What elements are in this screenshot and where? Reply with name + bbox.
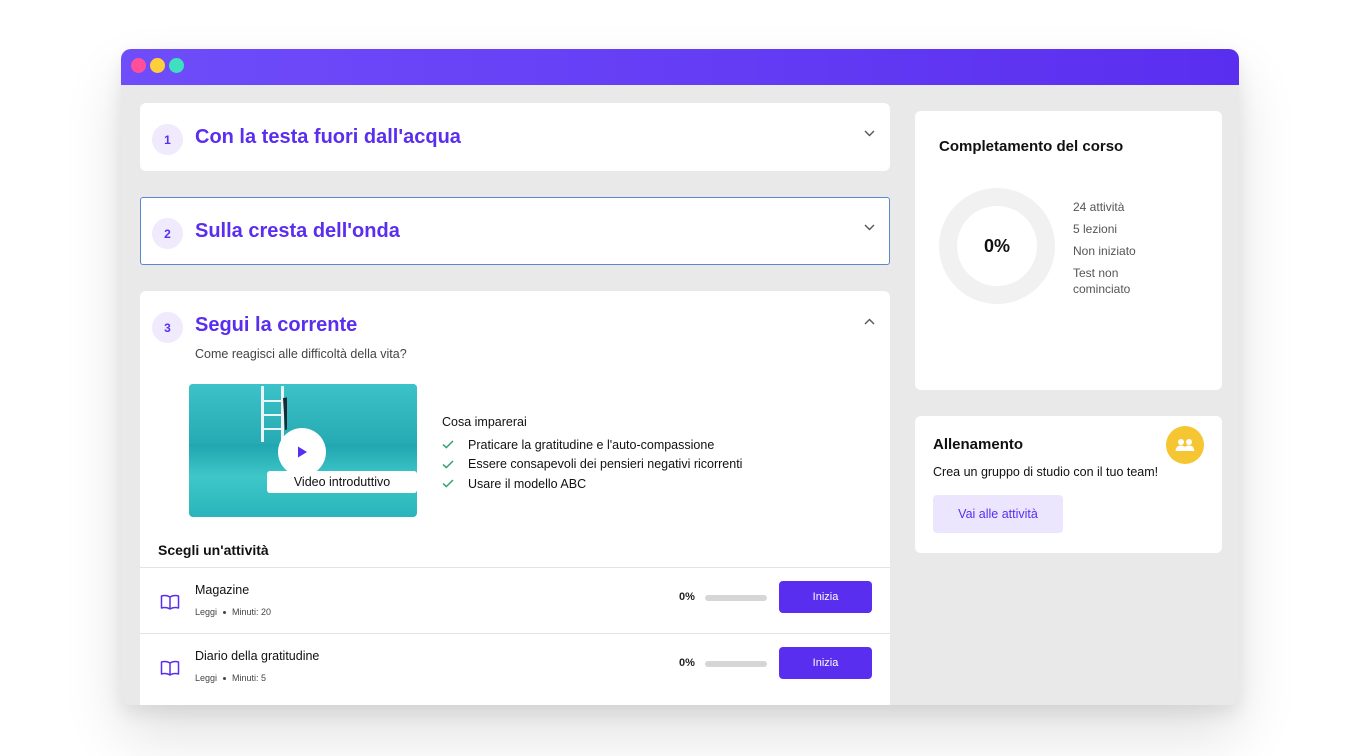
module-subtitle: Come reagisci alle difficoltà della vita… [195, 347, 407, 361]
training-title: Allenamento [933, 436, 1024, 453]
activity-title: Magazine [195, 583, 250, 597]
learning-item: Usare il modello ABC [442, 474, 742, 494]
stat-activities: 24 attività [1073, 200, 1125, 214]
module-card-2[interactable]: 2 Sulla cresta dell'onda [140, 197, 890, 265]
activity-duration: Minuti: 5 [232, 673, 267, 683]
learning-item: Essere consapevoli dei pensieri negativi… [442, 455, 742, 475]
activity-progress-bar [705, 595, 767, 601]
close-window-button[interactable] [131, 58, 146, 73]
chevron-down-icon[interactable] [864, 130, 875, 140]
completion-title: Completamento del corso [939, 138, 1124, 155]
training-card: Allenamento Crea un gruppo di studio con… [915, 416, 1222, 553]
activity-meta: Leggi Minuti: 20 [195, 607, 271, 617]
go-to-activities-button[interactable]: Vai alle attività [933, 495, 1063, 533]
learning-outcomes: Cosa imparerai Praticare la gratitudine … [442, 415, 742, 494]
learning-item-text: Praticare la gratitudine e l'auto-compas… [468, 437, 715, 452]
learning-item-text: Usare il modello ABC [468, 476, 587, 491]
book-icon [160, 660, 182, 678]
module-card-1[interactable]: 1 Con la testa fuori dall'acqua [140, 103, 890, 171]
activity-type: Leggi [195, 607, 218, 617]
stat-lessons: 5 lezioni [1073, 222, 1118, 236]
activity-duration: Minuti: 20 [232, 607, 272, 617]
video-caption: Video introduttivo [267, 471, 417, 493]
module-card-3: 3 Segui la corrente Come reagisci alle d… [140, 291, 890, 705]
activity-progress-bar [705, 661, 767, 667]
group-icon [1166, 426, 1204, 464]
title-bar [121, 49, 1239, 85]
activity-progress-label: 0% [679, 591, 695, 603]
book-icon [160, 594, 182, 612]
activities-heading: Scegli un'attività [158, 542, 269, 558]
module-title: Con la testa fuori dall'acqua [195, 126, 461, 148]
module-title[interactable]: Segui la corrente [195, 314, 357, 337]
maximize-window-button[interactable] [169, 58, 184, 73]
check-icon [442, 460, 468, 469]
start-activity-button[interactable]: Inizia [779, 647, 872, 679]
start-activity-button[interactable]: Inizia [779, 581, 872, 613]
module-number: 3 [152, 312, 183, 343]
activity-row[interactable]: Diario della gratitudine Leggi Minuti: 5… [140, 633, 890, 699]
minimize-window-button[interactable] [150, 58, 165, 73]
activity-type: Leggi [195, 673, 218, 683]
check-icon [442, 440, 468, 449]
separator-dot [223, 610, 227, 614]
course-content: 1 Con la testa fuori dall'acqua 2 Sulla … [127, 85, 1233, 705]
app-window: 1 Con la testa fuori dall'acqua 2 Sulla … [121, 49, 1239, 705]
activity-title: Diario della gratitudine [195, 649, 320, 663]
module-title: Sulla cresta dell'onda [195, 220, 400, 242]
course-completion-card: Completamento del corso 0% 24 attività 5… [915, 111, 1222, 390]
activity-row[interactable]: Magazine Leggi Minuti: 20 0% Inizia [140, 567, 890, 633]
module-number: 1 [152, 124, 183, 155]
stat-status: Non iniziato [1073, 244, 1136, 258]
check-icon [442, 479, 468, 488]
chevron-up-icon[interactable] [864, 318, 875, 328]
intro-video[interactable]: Video introduttivo [189, 384, 417, 517]
module-number: 2 [152, 218, 183, 249]
learning-heading: Cosa imparerai [442, 415, 527, 429]
training-description: Crea un gruppo di studio con il tuo team… [933, 465, 1159, 479]
activity-meta: Leggi Minuti: 5 [195, 673, 266, 683]
play-icon[interactable] [278, 428, 326, 476]
learning-item-text: Essere consapevoli dei pensieri negativi… [468, 457, 743, 472]
separator-dot [223, 676, 227, 680]
completion-percent: 0% [983, 235, 1010, 256]
learning-item: Praticare la gratitudine e l'auto-compas… [442, 435, 742, 455]
completion-stats: 24 attività 5 lezioni Non iniziato Test … [1073, 200, 1153, 304]
chevron-down-icon[interactable] [864, 224, 875, 234]
activity-progress-label: 0% [679, 657, 695, 669]
stat-test: Test non cominciato [1073, 266, 1131, 296]
